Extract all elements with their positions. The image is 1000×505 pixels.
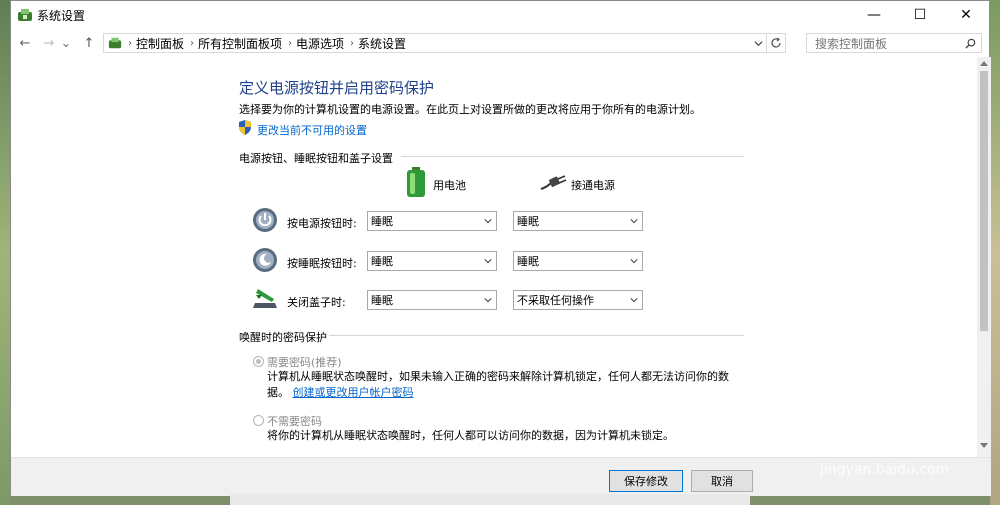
require-password-radio[interactable] xyxy=(253,356,264,367)
background-window-edge xyxy=(230,494,750,505)
row-label-sleep-button: 按睡眠按钮时: xyxy=(287,257,357,270)
chevron-right-icon: › xyxy=(128,37,132,49)
row-label-power-button: 按电源按钮时: xyxy=(287,217,357,230)
close-lid-plugged-select[interactable]: 不采取任何操作 xyxy=(513,290,643,310)
breadcrumb-system-settings[interactable]: 系统设置 xyxy=(358,35,406,52)
arrow-up-icon: ↑ xyxy=(83,35,95,51)
address-field[interactable]: › 控制面板 › 所有控制面板项 › 电源选项 › 系统设置 xyxy=(103,33,786,53)
chevron-down-icon xyxy=(484,219,492,224)
no-password-label: 不需要密码 xyxy=(267,415,322,428)
breadcrumb-all-items[interactable]: 所有控制面板项 xyxy=(198,35,282,52)
chevron-down-icon xyxy=(630,298,638,303)
create-change-password-link[interactable]: 创建或更改用户帐户密码 xyxy=(293,386,414,399)
power-plug-icon xyxy=(540,175,567,190)
change-unavailable-settings-link[interactable]: 更改当前不可用的设置 xyxy=(257,122,367,138)
sleep-button-icon xyxy=(253,248,277,272)
up-button[interactable]: ↑ xyxy=(79,34,99,52)
require-password-desc-tail: 据。 xyxy=(267,386,289,399)
chevron-down-icon xyxy=(630,259,638,264)
battery-icon xyxy=(407,167,425,197)
power-button-plugged-select[interactable]: 睡眠 xyxy=(513,211,643,231)
control-panel-icon xyxy=(108,37,122,49)
power-section-title: 电源按钮、睡眠按钮和盖子设置 xyxy=(239,152,393,165)
cancel-button[interactable]: 取消 xyxy=(691,470,753,492)
chevron-down-icon xyxy=(484,259,492,264)
page-title: 定义电源按钮并启用密码保护 xyxy=(239,79,435,97)
arrow-left-icon: ← xyxy=(19,35,31,51)
title-bar[interactable]: 系统设置 — ☐ ✕ xyxy=(11,1,989,29)
search-icon[interactable] xyxy=(965,38,976,49)
arrow-right-icon: → xyxy=(43,35,55,51)
divider xyxy=(401,156,744,157)
maximize-button[interactable]: ☐ xyxy=(897,1,943,29)
breadcrumb-power-options[interactable]: 电源选项 xyxy=(296,35,344,52)
address-toolbar: ← → ⌄ ↑ › 控制面板 › 所有控制面板项 › 电源选项 › 系统设置 xyxy=(11,31,991,55)
row-label-close-lid: 关闭盖子时: xyxy=(287,296,346,309)
sleep-button-battery-select[interactable]: 睡眠 xyxy=(367,251,497,271)
require-password-desc-line1: 计算机从睡眠状态唤醒时，如果未输入正确的密码来解除计算机锁定，任何人都无法访问你… xyxy=(267,370,729,383)
close-icon: ✕ xyxy=(960,7,972,23)
power-button-battery-select[interactable]: 睡眠 xyxy=(367,211,497,231)
uac-shield-icon xyxy=(239,120,251,135)
minimize-button[interactable]: — xyxy=(851,1,897,29)
recent-locations-button[interactable]: ⌄ xyxy=(59,34,73,52)
chevron-right-icon: › xyxy=(350,37,355,49)
watermark-text: Bai 经验 xyxy=(800,417,947,457)
desktop-background-left xyxy=(0,0,10,505)
sleep-button-plugged-select[interactable]: 睡眠 xyxy=(513,251,643,271)
scroll-up-icon[interactable] xyxy=(980,60,988,66)
search-box[interactable] xyxy=(806,33,982,53)
close-lid-battery-select[interactable]: 睡眠 xyxy=(367,290,497,310)
power-button-icon xyxy=(253,208,277,232)
password-section-title: 唤醒时的密码保护 xyxy=(239,331,327,344)
chevron-down-icon xyxy=(630,219,638,224)
forward-button[interactable]: → xyxy=(39,34,59,52)
chevron-down-icon xyxy=(484,298,492,303)
require-password-desc-line2: 据。 创建或更改用户帐户密码 xyxy=(267,385,414,401)
desktop-background-right xyxy=(990,0,1000,505)
require-password-label: 需要密码(推荐) xyxy=(267,356,342,369)
chevron-right-icon: › xyxy=(288,37,293,49)
maximize-icon: ☐ xyxy=(913,7,927,23)
no-password-desc: 将你的计算机从睡眠状态唤醒时，任何人都可以访问你的数据，因为计算机未锁定。 xyxy=(267,429,674,442)
address-dropdown-icon[interactable] xyxy=(754,39,763,48)
divider xyxy=(329,335,744,336)
close-button[interactable]: ✕ xyxy=(943,1,989,29)
minimize-icon: — xyxy=(867,7,881,23)
back-button[interactable]: ← xyxy=(15,34,35,52)
no-password-radio[interactable] xyxy=(253,415,264,426)
refresh-button[interactable] xyxy=(766,34,785,52)
chevron-right-icon: › xyxy=(190,37,195,49)
refresh-icon xyxy=(771,37,781,48)
column-header-plugged-in: 接通电源 xyxy=(571,179,615,192)
vertical-scrollbar[interactable] xyxy=(977,57,991,457)
page-description: 选择要为你的计算机设置的电源设置。在此页上对设置所做的更改将应用于你所有的电源计… xyxy=(239,103,701,116)
scrollbar-thumb[interactable] xyxy=(980,71,988,331)
laptop-lid-icon xyxy=(253,289,277,308)
column-header-battery: 用电池 xyxy=(433,179,466,192)
breadcrumb-control-panel[interactable]: 控制面板 xyxy=(136,35,184,52)
window-title: 系统设置 xyxy=(37,9,86,23)
search-input[interactable] xyxy=(813,35,967,53)
main-content: 定义电源按钮并启用密码保护 选择要为你的计算机设置的电源设置。在此页上对设置所做… xyxy=(11,57,976,457)
chevron-down-icon: ⌄ xyxy=(60,35,72,51)
power-options-app-icon xyxy=(18,9,32,21)
watermark-url: jingyan.baidu.com xyxy=(820,462,950,478)
save-changes-button[interactable]: 保存修改 xyxy=(609,470,683,492)
